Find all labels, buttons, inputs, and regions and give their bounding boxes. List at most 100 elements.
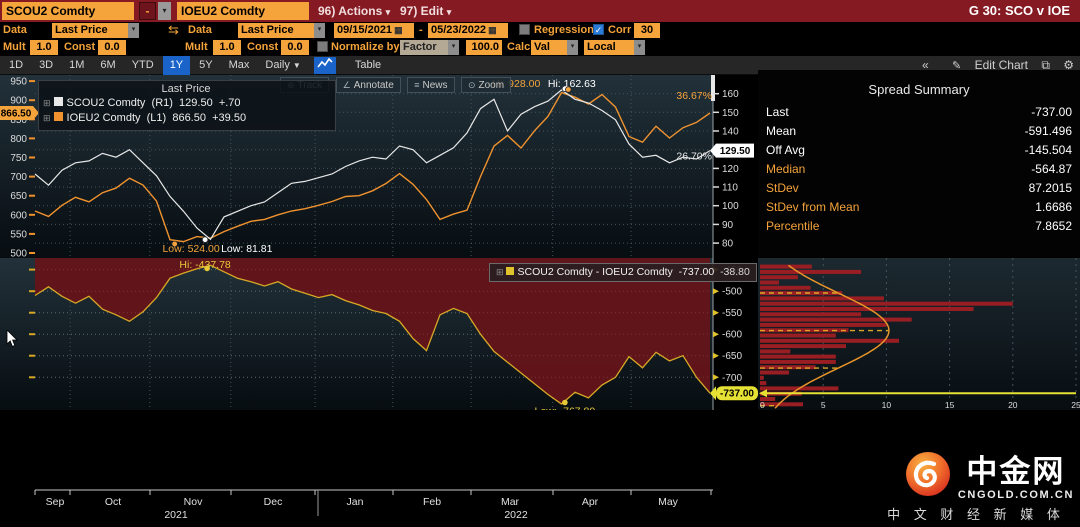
data1-label: Data bbox=[3, 24, 27, 36]
legend-row-scou2[interactable]: ⊞ SCOU2 Comdty (R1) 129.50 +.70 bbox=[43, 96, 329, 111]
data2-dropdown[interactable]: Last Price bbox=[238, 23, 314, 38]
svg-text:-650: -650 bbox=[722, 351, 742, 362]
normalize-checkbox[interactable] bbox=[317, 41, 328, 52]
spread-name: SCOU2 Comdty - IOEU2 Comdty bbox=[517, 266, 673, 278]
zoom-button[interactable]: ⊙ Zoom bbox=[460, 77, 512, 93]
tab-max[interactable]: Max bbox=[222, 56, 257, 75]
summary-label: Percentile bbox=[766, 219, 820, 233]
calendar-icon: ▦ bbox=[394, 25, 403, 35]
svg-text:20: 20 bbox=[1008, 400, 1018, 410]
mult1-field[interactable]: 1.0 bbox=[30, 40, 58, 55]
svg-text:129.50: 129.50 bbox=[720, 146, 751, 157]
corr-window-field[interactable]: 30 bbox=[634, 23, 660, 38]
tab-1d[interactable]: 1D bbox=[2, 56, 30, 75]
scou2-name: SCOU2 Comdty bbox=[66, 97, 146, 109]
summary-label: Median bbox=[766, 162, 806, 176]
currency-dropdown-icon[interactable]: ▾ bbox=[634, 40, 645, 55]
svg-text:10: 10 bbox=[882, 400, 892, 410]
const2-label: Const bbox=[247, 41, 279, 53]
actions-menu[interactable]: 96) Actions ▾ bbox=[318, 0, 390, 22]
spread-histogram-plot[interactable]: 0 5 10 15 20 25 bbox=[758, 258, 1080, 410]
summary-label: Mean bbox=[766, 124, 797, 138]
tab-5y[interactable]: 5Y bbox=[192, 56, 219, 75]
data2-dropdown-icon[interactable]: ▾ bbox=[314, 23, 325, 38]
ioeu2-last: 866.50 bbox=[172, 112, 206, 124]
data1-dropdown-icon[interactable]: ▾ bbox=[128, 23, 139, 38]
start-date-field[interactable]: 09/15/2021 ▦ bbox=[334, 23, 414, 38]
const1-label: Const bbox=[64, 41, 96, 53]
svg-text:36.67%: 36.67% bbox=[676, 90, 712, 102]
scou2-swatch bbox=[53, 97, 63, 106]
news-button[interactable]: ≡ News bbox=[407, 77, 455, 93]
mult2-field[interactable]: 1.0 bbox=[213, 40, 241, 55]
line-chart-icon bbox=[317, 57, 333, 68]
svg-text:500: 500 bbox=[10, 249, 27, 259]
calendar-icon: ▦ bbox=[488, 25, 497, 35]
corr-checkbox[interactable]: ✓ bbox=[593, 24, 604, 35]
operator-dropdown-icon[interactable]: ▾ bbox=[158, 2, 171, 20]
top-menu-bar: SCOU2 Comdty - ▾ IOEU2 Comdty 96) Action… bbox=[0, 0, 1080, 22]
svg-text:Sep: Sep bbox=[46, 496, 65, 508]
logo-domain-text: CNGOLD.COM.CN bbox=[957, 489, 1074, 501]
svg-text:110: 110 bbox=[722, 183, 738, 194]
legend-row-ioeu2[interactable]: ⊞ IOEU2 Comdty (L1) 866.50 +39.50 bbox=[43, 111, 329, 126]
logo-tagline: 中 文 财 经 新 媒 体 bbox=[887, 507, 1065, 522]
time-axis: Sep Oct Nov Dec Jan Feb Mar Apr May 2021 2022 bbox=[34, 489, 713, 521]
factor-amount-field[interactable]: 100.0 bbox=[466, 40, 502, 55]
scou2-change: +.70 bbox=[218, 97, 241, 109]
svg-text:Nov: Nov bbox=[184, 496, 203, 508]
chevron-down-icon: ▾ bbox=[446, 7, 452, 17]
frequency-dropdown[interactable]: Daily ▼ bbox=[258, 56, 307, 75]
table-button[interactable]: Table bbox=[348, 56, 388, 75]
edit-menu[interactable]: 97) Edit ▾ bbox=[400, 0, 451, 22]
chart-type-button[interactable] bbox=[313, 57, 336, 74]
controls-row-1: Data Last Price ▾ ⇆ Data Last Price ▾ 09… bbox=[0, 22, 1080, 39]
ioeu2-name: IOEU2 Comdty bbox=[66, 112, 141, 124]
mouse-cursor bbox=[6, 330, 18, 348]
security1-field[interactable]: SCOU2 Comdty bbox=[2, 2, 134, 20]
currency-dropdown[interactable]: Local bbox=[584, 40, 634, 55]
factor-dropdown[interactable]: Factor bbox=[400, 40, 448, 55]
summary-row: StDev from Mean 1.6686 bbox=[766, 198, 1072, 217]
factor-dropdown-icon[interactable]: ▾ bbox=[448, 40, 459, 55]
spread-legend-box[interactable]: ⊞ SCOU2 Comdty - IOEU2 Comdty -737.00 -38… bbox=[489, 263, 757, 282]
summary-row: StDev 87.2015 bbox=[766, 179, 1072, 198]
svg-text:2021: 2021 bbox=[164, 509, 188, 521]
price-legend-box: Last Price ⊞ SCOU2 Comdty (R1) 129.50 +.7… bbox=[38, 80, 336, 131]
scou2-last: 129.50 bbox=[179, 97, 213, 109]
swap-securities-icon[interactable]: ⇆ bbox=[168, 22, 179, 38]
const2-field[interactable]: 0.0 bbox=[281, 40, 309, 55]
svg-text:650: 650 bbox=[10, 191, 27, 202]
svg-text:800: 800 bbox=[10, 134, 27, 145]
calc-dropdown-icon[interactable]: ▾ bbox=[567, 40, 578, 55]
calc-dropdown[interactable]: Val bbox=[531, 40, 567, 55]
const1-field[interactable]: 0.0 bbox=[98, 40, 126, 55]
calc-label: Calc bbox=[507, 41, 531, 53]
annotate-button[interactable]: ∠ Annotate bbox=[335, 77, 401, 93]
summary-label: Last bbox=[766, 105, 789, 119]
spread-summary-panel: Spread Summary Last -737.00 Mean -591.496 … bbox=[758, 70, 1080, 258]
summary-value: -591.496 bbox=[1024, 124, 1072, 138]
svg-text:Low: 81.81: Low: 81.81 bbox=[221, 243, 273, 255]
tab-ytd[interactable]: YTD bbox=[125, 56, 161, 75]
regression-checkbox[interactable] bbox=[519, 24, 530, 35]
data1-dropdown[interactable]: Last Price bbox=[52, 23, 128, 38]
tab-3d[interactable]: 3D bbox=[32, 56, 60, 75]
security2-field[interactable]: IOEU2 Comdty bbox=[177, 2, 309, 20]
tab-1y[interactable]: 1Y bbox=[162, 56, 191, 75]
spread-operator-box[interactable]: - bbox=[139, 2, 156, 20]
expand-icon[interactable]: ⊞ bbox=[43, 98, 51, 108]
data2-label: Data bbox=[188, 24, 212, 36]
svg-text:26.70%: 26.70% bbox=[676, 151, 712, 163]
start-date-value: 09/15/2021 bbox=[337, 24, 393, 36]
spread-swatch bbox=[505, 267, 514, 275]
tab-1m[interactable]: 1M bbox=[62, 56, 91, 75]
summary-label: StDev from Mean bbox=[766, 200, 860, 214]
svg-text:Low: -767.80: Low: -767.80 bbox=[535, 406, 596, 411]
svg-text:15: 15 bbox=[945, 400, 955, 410]
tab-6m[interactable]: 6M bbox=[93, 56, 122, 75]
expand-icon[interactable]: ⊞ bbox=[43, 113, 51, 123]
end-date-field[interactable]: 05/23/2022 ▦ bbox=[428, 23, 508, 38]
chevron-down-icon: ▾ bbox=[385, 7, 391, 17]
expand-icon[interactable]: ⊞ bbox=[496, 267, 504, 277]
